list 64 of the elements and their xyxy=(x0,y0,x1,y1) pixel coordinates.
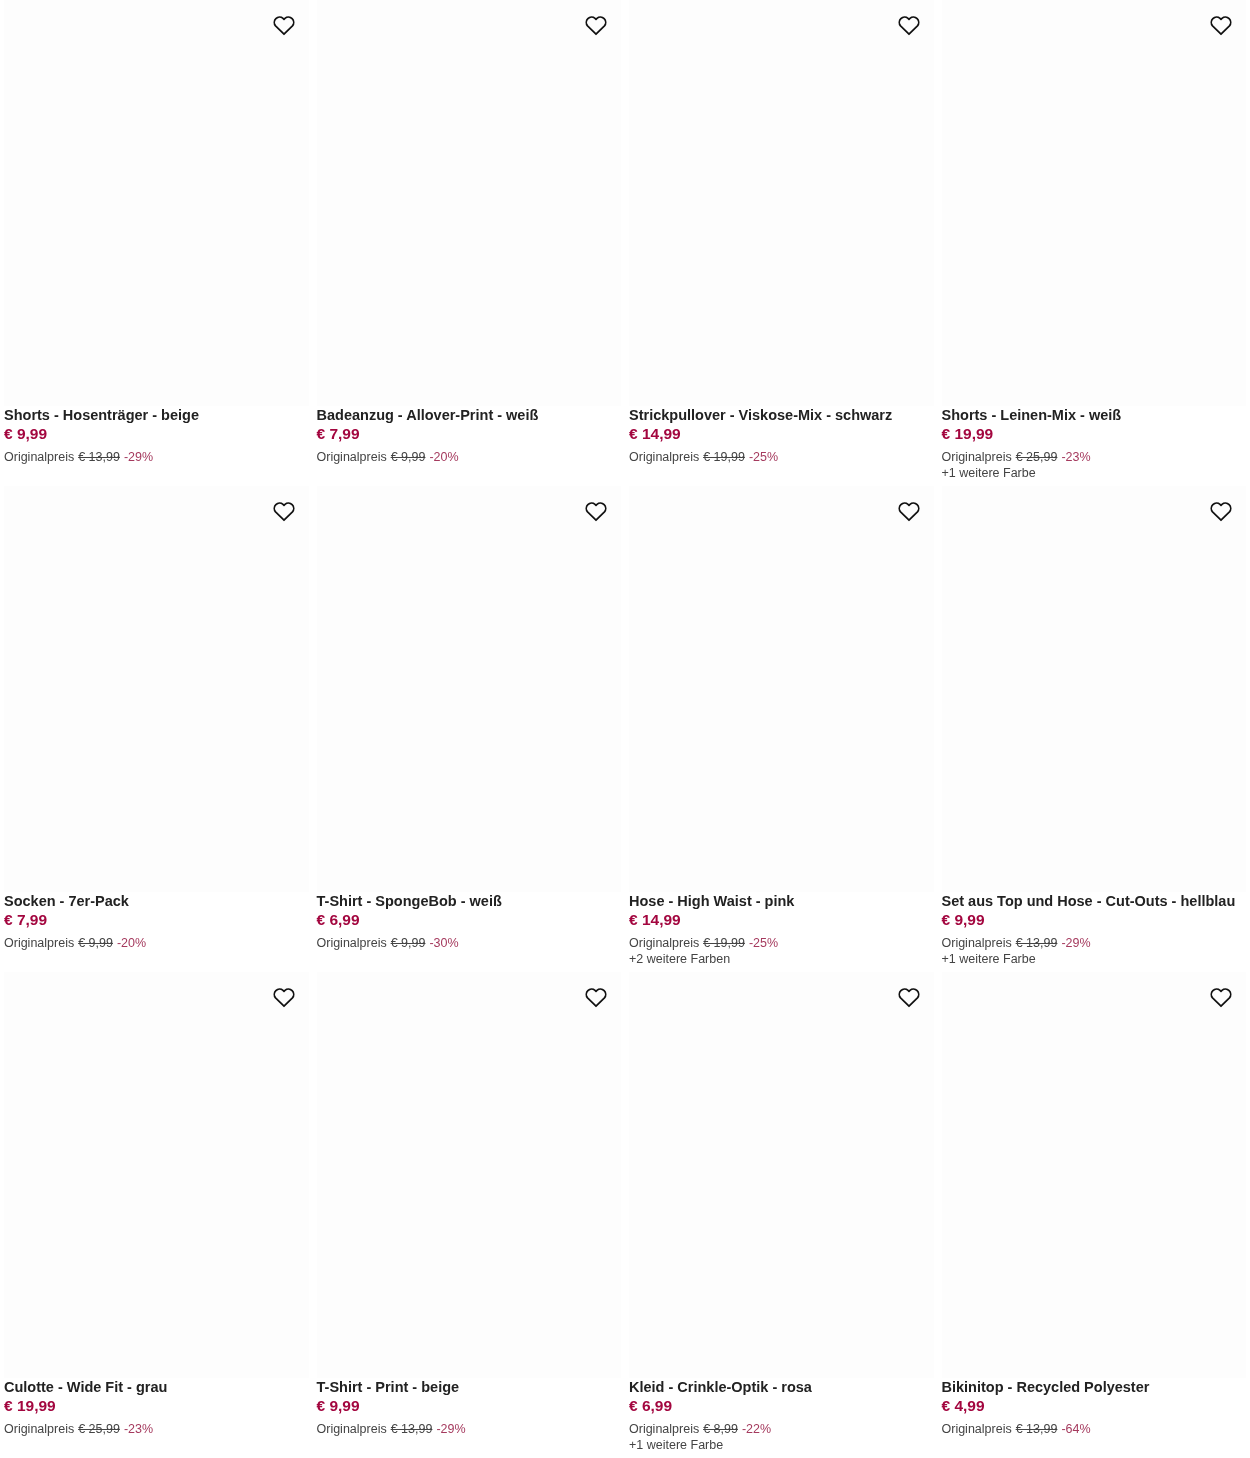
original-price: € 25,99 xyxy=(1015,449,1058,465)
discount-text: -20% xyxy=(429,449,459,465)
original-price-label: Originalpreis xyxy=(316,449,387,465)
discount-text: -29% xyxy=(436,1421,466,1437)
product-price: € 19,99 xyxy=(941,424,995,444)
product-title[interactable]: Kleid - Crinkle-Optik - rosa xyxy=(629,1378,934,1396)
original-price-label: Originalpreis xyxy=(629,1421,700,1437)
original-price-label: Originalpreis xyxy=(4,1421,75,1437)
product-title[interactable]: Shorts - Leinen-Mix - weiß xyxy=(941,406,1246,424)
original-price-label: Originalpreis xyxy=(4,449,75,465)
original-price: € 9,99 xyxy=(390,449,426,465)
original-price: € 13,99 xyxy=(390,1421,433,1437)
discount-text: -29% xyxy=(1061,935,1091,951)
product-price: € 9,99 xyxy=(316,1396,361,1416)
original-price: € 19,99 xyxy=(703,449,745,465)
original-price: € 8,99 xyxy=(703,1421,738,1437)
discount-text: -25% xyxy=(748,449,779,465)
product-title[interactable]: Hose - High Waist - pink xyxy=(629,892,934,910)
original-price-label: Originalpreis xyxy=(629,935,700,951)
product-price: € 14,99 xyxy=(629,910,682,930)
discount-text: -20% xyxy=(116,935,147,951)
product-price: € 4,99 xyxy=(941,1396,986,1416)
original-price: € 9,99 xyxy=(78,935,113,951)
product-title[interactable]: T-Shirt - SpongeBob - weiß xyxy=(316,892,621,910)
discount-text: -22% xyxy=(741,1421,772,1437)
original-price-label: Originalpreis xyxy=(4,935,75,951)
original-price-label: Originalpreis xyxy=(941,935,1012,951)
product-title[interactable]: Socken - 7er-Pack xyxy=(4,892,309,910)
more-colors-text: +2 weitere Farben xyxy=(629,951,732,967)
original-price-label: Originalpreis xyxy=(941,1421,1012,1437)
original-price-label: Originalpreis xyxy=(941,449,1012,465)
original-price-label: Originalpreis xyxy=(316,935,387,951)
product-price: € 7,99 xyxy=(316,424,361,444)
product-price: € 19,99 xyxy=(4,1396,57,1416)
original-price: € 9,99 xyxy=(390,935,426,951)
product-price: € 6,99 xyxy=(629,1396,674,1416)
more-colors-text: +1 weitere Farbe xyxy=(629,1437,725,1453)
product-title[interactable]: Culotte - Wide Fit - grau xyxy=(4,1378,309,1396)
product-title[interactable]: Set aus Top und Hose - Cut-Outs - hellblau xyxy=(941,892,1246,910)
product-title[interactable]: Shorts - Hosenträger - beige xyxy=(4,406,309,424)
product-price: € 6,99 xyxy=(316,910,361,930)
original-price-label: Originalpreis xyxy=(316,1421,387,1437)
original-price: € 25,99 xyxy=(78,1421,120,1437)
discount-text: -29% xyxy=(123,449,154,465)
discount-text: -23% xyxy=(1061,449,1091,465)
more-colors-text: +1 weitere Farbe xyxy=(941,951,1037,967)
discount-text: -64% xyxy=(1061,1421,1091,1437)
original-price-label: Originalpreis xyxy=(629,449,700,465)
discount-text: -25% xyxy=(748,935,779,951)
original-price: € 13,99 xyxy=(1015,935,1058,951)
product-price: € 14,99 xyxy=(629,424,682,444)
original-price: € 19,99 xyxy=(703,935,745,951)
original-price: € 13,99 xyxy=(78,449,120,465)
product-price: € 9,99 xyxy=(4,424,49,444)
product-title[interactable]: Badeanzug - Allover-Print - weiß xyxy=(316,406,621,424)
product-price: € 9,99 xyxy=(941,910,986,930)
product-price: € 7,99 xyxy=(4,910,49,930)
discount-text: -23% xyxy=(123,1421,154,1437)
original-price: € 13,99 xyxy=(1015,1421,1058,1437)
more-colors-text: +1 weitere Farbe xyxy=(941,465,1037,481)
product-title[interactable]: T-Shirt - Print - beige xyxy=(316,1378,621,1396)
product-title[interactable]: Bikinitop - Recycled Polyester xyxy=(941,1378,1246,1396)
discount-text: -30% xyxy=(429,935,459,951)
product-title[interactable]: Strickpullover - Viskose-Mix - schwarz xyxy=(629,406,934,424)
